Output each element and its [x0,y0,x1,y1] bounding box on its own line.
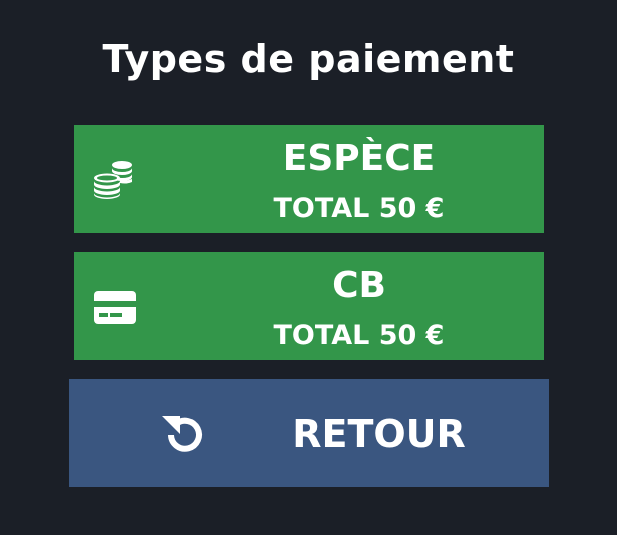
cash-payment-button[interactable]: ESPÈCE TOTAL 50 € [74,125,544,233]
card-payment-button[interactable]: CB TOTAL 50 € [74,252,544,360]
payment-option-total: TOTAL 50 € [273,193,445,224]
payment-option-label: CB [332,265,386,306]
payment-option-label: ESPÈCE [282,138,436,179]
undo-icon [162,416,202,452]
back-button-label: RETOUR [292,412,466,456]
payment-option-total: TOTAL 50 € [273,320,445,351]
credit-card-icon [94,291,136,324]
page-title: Types de paiement [102,37,515,81]
back-button[interactable]: RETOUR [69,379,549,487]
coins-icon [94,161,132,199]
